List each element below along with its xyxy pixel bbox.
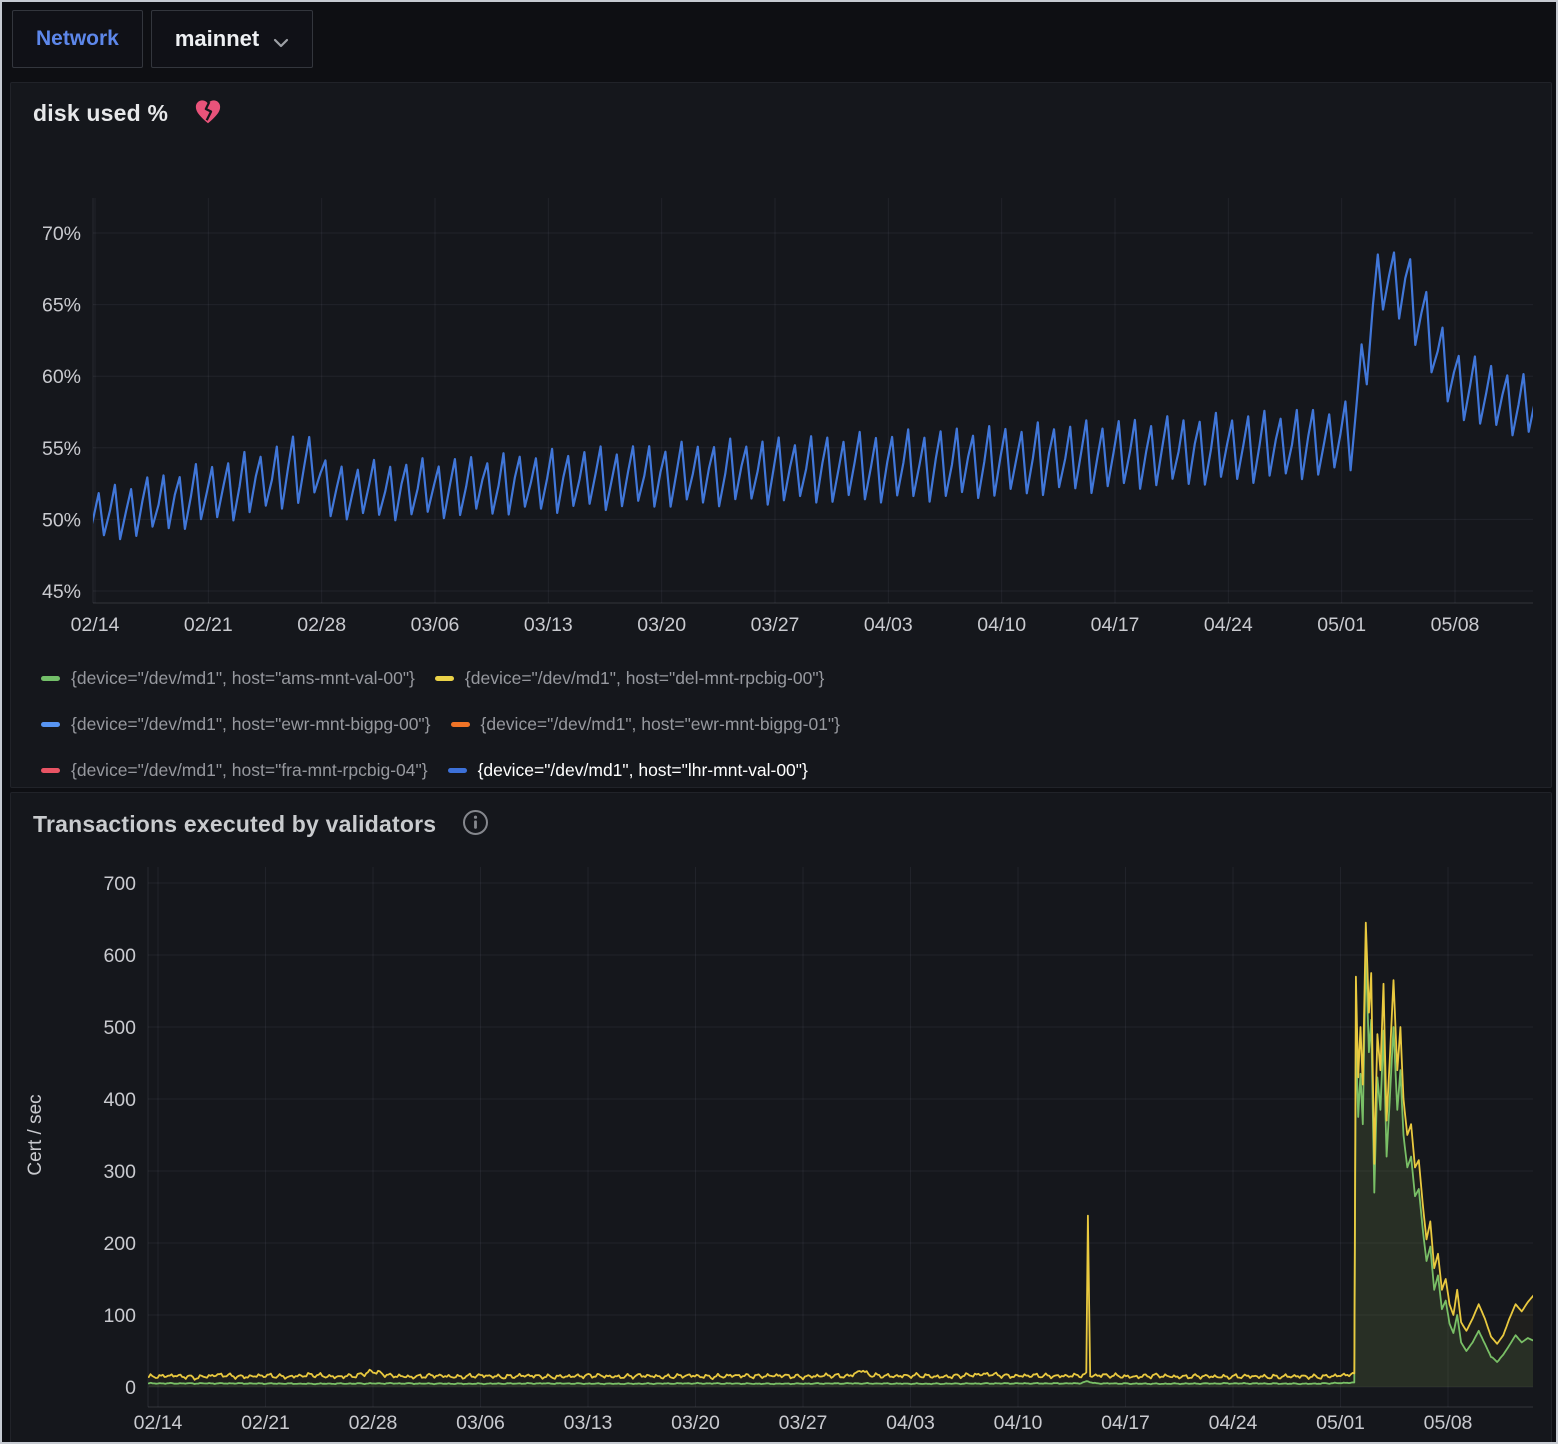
- svg-text:500: 500: [103, 1017, 136, 1039]
- svg-text:03/27: 03/27: [751, 614, 800, 636]
- svg-text:Cert / sec: Cert / sec: [25, 1094, 46, 1175]
- svg-text:04/24: 04/24: [1204, 614, 1253, 636]
- info-icon[interactable]: [462, 809, 489, 841]
- svg-text:70%: 70%: [42, 223, 81, 245]
- svg-text:02/21: 02/21: [184, 614, 233, 636]
- legend-item[interactable]: {device="/dev/md1", host="ams-mnt-val-00…: [41, 668, 415, 689]
- svg-text:02/14: 02/14: [71, 614, 120, 636]
- svg-text:0: 0: [125, 1377, 136, 1399]
- svg-text:200: 200: [103, 1233, 136, 1255]
- svg-text:04/10: 04/10: [994, 1412, 1043, 1434]
- legend-label: {device="/dev/md1", host="fra-mnt-rpcbig…: [71, 760, 428, 781]
- panel-transactions-header: Transactions executed by validators: [11, 793, 1551, 841]
- svg-text:45%: 45%: [42, 581, 81, 603]
- svg-text:04/10: 04/10: [977, 614, 1026, 636]
- legend-label: {device="/dev/md1", host="ams-mnt-val-00…: [71, 668, 415, 689]
- variable-label: Network: [36, 27, 119, 51]
- svg-text:03/20: 03/20: [637, 614, 686, 636]
- svg-text:03/27: 03/27: [779, 1412, 828, 1434]
- grafana-dashboard: Network mainnet disk used % 02/1402/2102…: [0, 0, 1558, 1444]
- svg-text:03/06: 03/06: [456, 1412, 505, 1434]
- chevron-down-icon: [273, 28, 289, 54]
- svg-text:03/13: 03/13: [564, 1412, 613, 1434]
- svg-text:02/28: 02/28: [349, 1412, 398, 1434]
- panel-title[interactable]: Transactions executed by validators: [33, 811, 436, 838]
- series-color-swatch: [451, 722, 470, 727]
- svg-text:05/08: 05/08: [1424, 1412, 1473, 1434]
- svg-text:03/20: 03/20: [671, 1412, 720, 1434]
- svg-text:65%: 65%: [42, 295, 81, 317]
- svg-text:05/08: 05/08: [1431, 614, 1480, 636]
- panel-transactions: Transactions executed by validators 02/1…: [10, 792, 1552, 1444]
- svg-text:05/01: 05/01: [1317, 614, 1366, 636]
- legend-label: {device="/dev/md1", host="ewr-mnt-bigpg-…: [71, 714, 431, 735]
- variable-toolbar: Network mainnet: [12, 10, 313, 68]
- svg-text:700: 700: [103, 873, 136, 895]
- svg-text:04/17: 04/17: [1101, 1412, 1150, 1434]
- svg-text:03/13: 03/13: [524, 614, 573, 636]
- svg-text:50%: 50%: [42, 509, 81, 531]
- variable-value: mainnet: [175, 26, 259, 52]
- disk-used-chart[interactable]: 02/14 02/21 02/28 03/06 03/13 03/20 03/27 04/03…: [11, 183, 1551, 653]
- legend-label: {device="/dev/md1", host="lhr-mnt-val-00…: [478, 760, 808, 781]
- svg-text:05/01: 05/01: [1316, 1412, 1365, 1434]
- panel-title[interactable]: disk used %: [33, 100, 168, 127]
- legend-item[interactable]: {device="/dev/md1", host="del-mnt-rpcbig…: [435, 668, 825, 689]
- svg-text:04/24: 04/24: [1209, 1412, 1258, 1434]
- series-color-swatch: [41, 722, 60, 727]
- legend-item[interactable]: {device="/dev/md1", host="ewr-mnt-bigpg-…: [451, 714, 841, 735]
- svg-text:03/06: 03/06: [411, 614, 460, 636]
- svg-text:600: 600: [103, 945, 136, 967]
- network-variable-label-box: Network: [12, 10, 143, 68]
- series-color-swatch: [41, 676, 60, 681]
- svg-text:100: 100: [103, 1305, 136, 1327]
- svg-text:02/14: 02/14: [134, 1412, 183, 1434]
- series-color-swatch: [435, 676, 454, 681]
- legend-disk-used: {device="/dev/md1", host="ams-mnt-val-00…: [41, 655, 840, 793]
- panel-disk-used-header: disk used %: [11, 83, 1551, 130]
- svg-text:60%: 60%: [42, 366, 81, 388]
- svg-text:04/03: 04/03: [864, 614, 913, 636]
- legend-item[interactable]: {device="/dev/md1", host="ewr-mnt-bigpg-…: [41, 714, 431, 735]
- transactions-chart[interactable]: 02/14 02/21 02/28 03/06 03/13 03/20 03/27 04/03…: [11, 853, 1551, 1444]
- broken-heart-icon: [194, 99, 222, 130]
- series-color-swatch: [448, 768, 467, 773]
- svg-text:55%: 55%: [42, 438, 81, 460]
- svg-text:04/17: 04/17: [1091, 614, 1140, 636]
- svg-text:02/21: 02/21: [241, 1412, 290, 1434]
- svg-text:300: 300: [103, 1161, 136, 1183]
- panel-disk-used: disk used % 02/14 02/21 02/28 03/06 03/13 03/…: [10, 82, 1552, 788]
- legend-item[interactable]: {device="/dev/md1", host="lhr-mnt-val-00…: [448, 760, 808, 781]
- svg-text:04/03: 04/03: [886, 1412, 935, 1434]
- series-color-swatch: [41, 768, 60, 773]
- svg-text:400: 400: [103, 1089, 136, 1111]
- svg-text:02/28: 02/28: [297, 614, 346, 636]
- legend-label: {device="/dev/md1", host="ewr-mnt-bigpg-…: [481, 714, 841, 735]
- legend-label: {device="/dev/md1", host="del-mnt-rpcbig…: [465, 668, 825, 689]
- network-variable-dropdown[interactable]: mainnet: [151, 10, 313, 68]
- legend-item[interactable]: {device="/dev/md1", host="fra-mnt-rpcbig…: [41, 760, 428, 781]
